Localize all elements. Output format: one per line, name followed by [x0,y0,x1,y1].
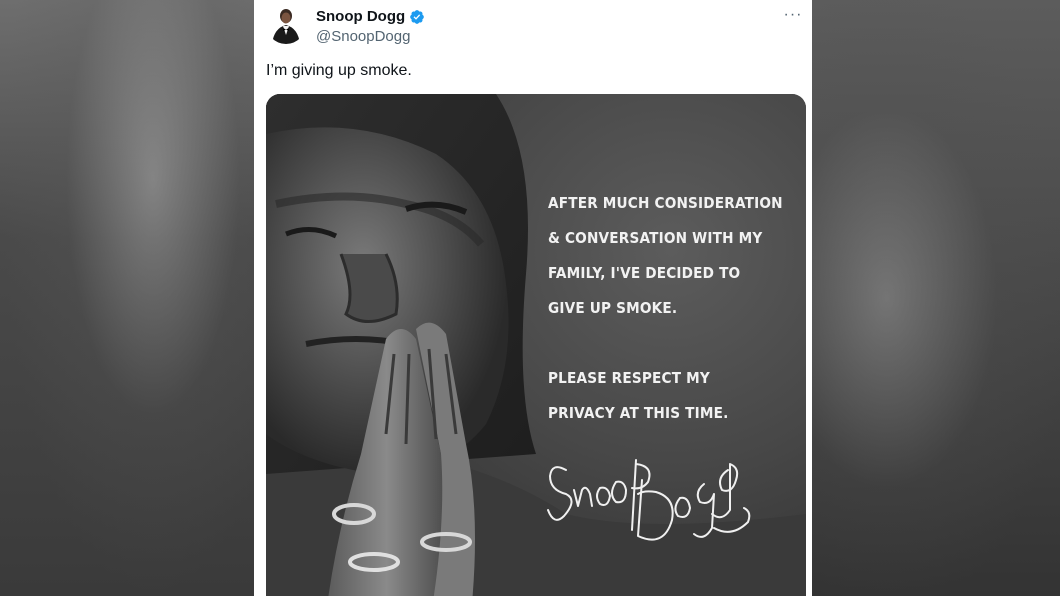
statement-line-3: FAMILY, I'VE DECIDED TO [548,264,741,282]
statement-line-2: & CONVERSATION WITH MY [548,229,763,247]
signature-image [547,459,751,541]
avatar-image [266,4,306,44]
tweet-text: I’m giving up smoke. [266,62,412,79]
background-blur-right [812,0,1060,596]
statement-text: AFTER MUCH CONSIDERATION & CONVERSATION … [548,186,783,431]
statement-line-5: PLEASE RESPECT MY [548,369,710,387]
tweet-media-image[interactable]: AFTER MUCH CONSIDERATION & CONVERSATION … [266,94,806,596]
verified-badge-icon [410,10,424,24]
user-handle[interactable]: @SnoopDogg [316,27,425,47]
display-name[interactable]: Snoop Dogg [316,8,405,26]
avatar[interactable] [266,4,306,44]
more-options-icon[interactable]: ··· [782,6,804,24]
user-info: Snoop Dogg @SnoopDogg [316,8,425,47]
statement-line-1: AFTER MUCH CONSIDERATION [548,194,783,212]
statement-line-6: PRIVACY AT THIS TIME. [548,404,729,422]
background-blur-left [0,0,255,596]
statement-line-4: GIVE UP SMOKE. [548,299,678,317]
tweet-card[interactable]: Snoop Dogg @SnoopDogg ··· I’m giving up … [254,0,812,596]
